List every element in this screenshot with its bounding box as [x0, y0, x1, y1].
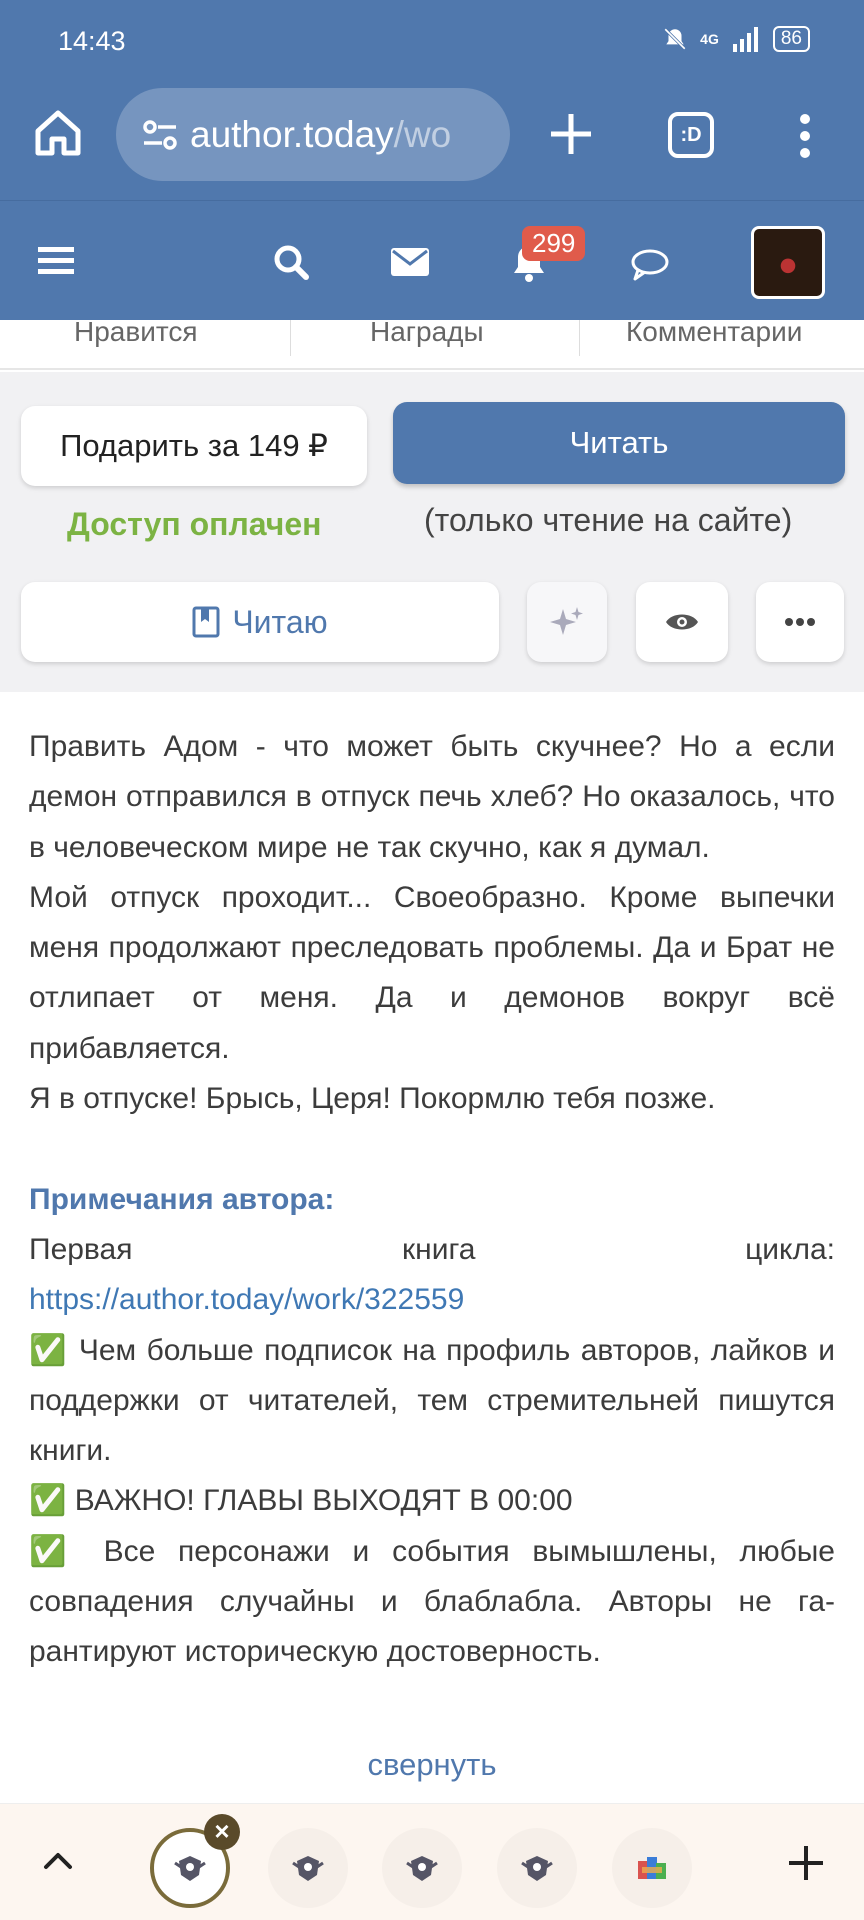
first-book-link[interactable]: https://author.today/work/322559	[29, 1275, 835, 1325]
eye-icon	[666, 614, 698, 630]
notifications-badge[interactable]: 299	[522, 226, 586, 261]
reading-status-button[interactable]: Читаю	[21, 582, 499, 662]
tab-switcher-button[interactable]: :D	[668, 112, 714, 158]
author-notes-title: Примечания автора:	[29, 1182, 335, 1216]
url-host: author.today	[190, 113, 394, 155]
stats-divider	[290, 320, 291, 356]
url-text[interactable]: author.today/wo	[190, 114, 490, 156]
description-paragraph: Править Адом - что может быть скучнее? Н…	[29, 730, 835, 864]
book-description: Править Адом - что может быть скучнее? Н…	[29, 722, 835, 1678]
description-paragraph: Мой отпуск проходит... Своеобразно. Кром…	[29, 880, 835, 1065]
user-avatar[interactable]	[751, 226, 825, 299]
status-time: 14:43	[58, 26, 126, 56]
sparkles-icon	[550, 607, 583, 635]
site-settings-icon[interactable]	[138, 113, 182, 157]
read-only-note: (только чтение на сайте)	[424, 502, 793, 538]
more-dots-icon	[785, 618, 815, 626]
mail-icon[interactable]	[390, 246, 430, 278]
stats-strip: Нравится Награды Комментарии	[0, 316, 864, 370]
signal-icon	[732, 27, 758, 52]
browser-menu-icon[interactable]	[795, 113, 815, 159]
site-emblem-icon	[406, 1856, 438, 1881]
tab-chip[interactable]	[497, 1828, 577, 1908]
awards-label[interactable]: Награды	[370, 316, 484, 348]
close-tab-icon[interactable]: ×	[204, 1814, 240, 1850]
watch-button[interactable]	[636, 582, 728, 662]
colorful-app-icon	[638, 1857, 666, 1879]
search-icon[interactable]	[272, 243, 310, 281]
network-type: 4G	[700, 31, 719, 47]
url-path: /wo	[393, 113, 452, 155]
description-paragraph: Я в отпуске! Брысь, Церя! Покормлю тебя …	[29, 1082, 716, 1116]
site-emblem-icon	[292, 1856, 324, 1881]
status-icons: 4G 86	[662, 26, 810, 52]
author-note: ✅ Все персонажи и события вымышлены, люб…	[29, 1534, 835, 1669]
chevron-up-icon[interactable]	[42, 1849, 74, 1871]
gift-button[interactable]: Подарить за 149 ₽	[21, 406, 367, 486]
stats-divider	[579, 320, 580, 356]
new-tab-icon[interactable]	[545, 108, 597, 160]
more-button[interactable]	[756, 582, 844, 662]
site-navbar	[0, 200, 864, 322]
author-note: ✅ Чем больше подписок на профиль авторов…	[29, 1333, 835, 1468]
comments-label[interactable]: Комментарии	[626, 316, 802, 348]
tab-chip[interactable]	[268, 1828, 348, 1908]
bookmark-book-icon	[192, 606, 220, 638]
likes-label[interactable]: Нравится	[74, 316, 198, 348]
site-emblem-icon	[521, 1856, 553, 1881]
collapse-link[interactable]: свернуть	[0, 1747, 864, 1783]
home-icon[interactable]	[30, 105, 86, 161]
reading-status-label: Читаю	[232, 603, 328, 640]
author-note: ✅ ВАЖНО! ГЛАВЫ ВЫХОДЯТ В 00:00	[29, 1484, 573, 1518]
hamburger-menu-icon[interactable]	[38, 245, 74, 277]
first-book-label: Первая книга цикла:	[29, 1232, 835, 1266]
chat-icon[interactable]	[630, 248, 670, 282]
tab-chip[interactable]	[382, 1828, 462, 1908]
mute-icon	[664, 28, 687, 50]
read-button[interactable]: Читать	[393, 402, 845, 484]
access-paid-label: Доступ оплачен	[67, 506, 322, 542]
battery-indicator: 86	[772, 26, 810, 52]
address-bar[interactable]: author.today/wo	[116, 88, 510, 181]
magic-button[interactable]	[527, 582, 607, 662]
tab-chip[interactable]	[612, 1828, 692, 1908]
add-tab-icon[interactable]	[786, 1843, 826, 1883]
site-emblem-icon	[174, 1856, 206, 1881]
